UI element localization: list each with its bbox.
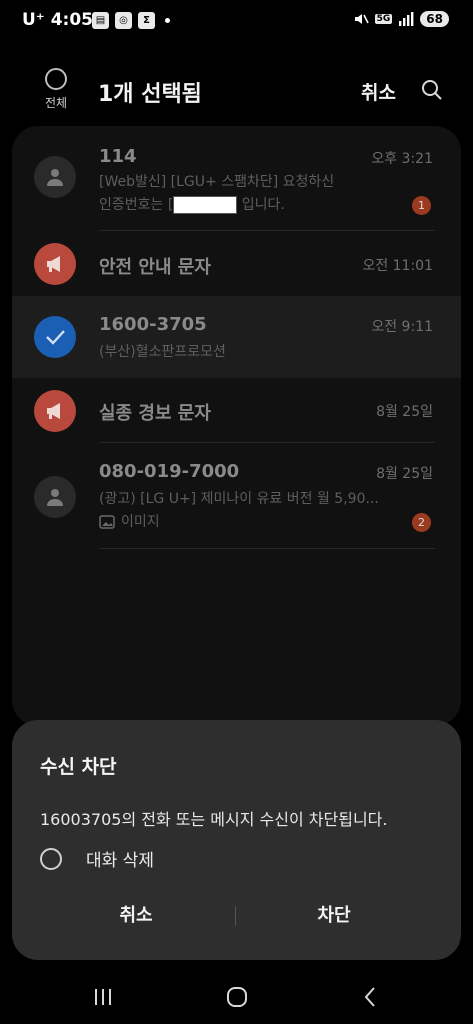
unread-badge: 2 xyxy=(412,513,431,532)
app-notification-icon: ▤ xyxy=(92,12,109,29)
attachment-label: 이미지 xyxy=(121,514,160,530)
page-title: 1개 선택됨 xyxy=(98,82,202,107)
cancel-selection-button[interactable]: 취소 xyxy=(361,78,396,105)
list-item[interactable]: 실종 경보 문자 8월 25일 xyxy=(12,379,461,441)
signal-icon xyxy=(399,12,414,26)
notification-icons: ▤ ◎ Σ xyxy=(92,12,170,29)
sigma-icon: Σ xyxy=(138,12,155,29)
more-notifications-icon xyxy=(165,18,170,23)
list-item-selected[interactable]: 1600-3705 오전 9:11 (부산)혈소판프로모션 xyxy=(12,296,461,378)
block-button[interactable]: 차단 xyxy=(234,896,434,936)
list-item[interactable]: 안전 안내 문자 오전 11:01 xyxy=(12,231,461,295)
mute-icon xyxy=(354,14,369,24)
image-icon xyxy=(99,515,115,529)
person-icon xyxy=(47,169,63,186)
unread-badge: 1 xyxy=(412,196,431,215)
sender-name: 080-019-7000 xyxy=(99,461,240,482)
redacted-block xyxy=(173,196,238,214)
divider xyxy=(99,548,435,549)
cancel-button[interactable]: 취소 xyxy=(36,896,236,936)
conversation-list: 114 오후 3:21 [Web발신] [LGU+ 스팸차단] 요청하신 인증번… xyxy=(12,126,461,726)
network-type-icon: 5G xyxy=(374,14,393,24)
select-all-label: 전체 xyxy=(44,96,68,110)
message-time: 8월 25일 xyxy=(376,466,433,482)
battery-indicator: 68 xyxy=(420,11,449,27)
megaphone-icon xyxy=(47,403,60,419)
navigation-bar xyxy=(0,970,473,1024)
recent-apps-button[interactable] xyxy=(88,984,118,1010)
selection-header: 전체 1개 선택됨 취소 xyxy=(0,60,473,124)
screenshot-icon: ◎ xyxy=(115,12,132,29)
sender-name: 1600-3705 xyxy=(99,314,207,335)
avatar xyxy=(34,390,76,432)
home-button[interactable] xyxy=(222,984,252,1010)
avatar xyxy=(34,316,76,358)
message-preview: [Web발신] [LGU+ 스팸차단] 요청하신 xyxy=(99,174,335,190)
preview-text: 인증번호는 [ xyxy=(99,197,174,213)
delete-conversation-checkbox[interactable] xyxy=(40,847,62,870)
megaphone-icon xyxy=(47,256,60,272)
select-all-toggle[interactable]: 전체 xyxy=(36,68,76,111)
dialog-title: 수신 차단 xyxy=(40,756,117,778)
back-icon xyxy=(364,987,375,1007)
preview-text: 입니다. xyxy=(241,197,285,213)
avatar xyxy=(34,476,76,518)
sender-name: 114 xyxy=(99,146,137,167)
search-icon[interactable] xyxy=(420,78,444,102)
avatar xyxy=(34,243,76,285)
system-icons: 5G 68 xyxy=(353,11,449,27)
message-preview: (부산)혈소판프로모션 xyxy=(99,344,226,360)
list-item[interactable]: 080-019-7000 8월 25일 (광고) [LG U+] 제미나이 유료… xyxy=(12,443,461,549)
message-preview-line2: 인증번호는 [ 입니다. xyxy=(99,193,285,217)
message-time: 오전 11:01 xyxy=(362,258,433,274)
message-time: 8월 25일 xyxy=(376,404,433,420)
message-time: 오후 3:21 xyxy=(371,151,433,167)
list-item[interactable]: 114 오후 3:21 [Web발신] [LGU+ 스팸차단] 요청하신 인증번… xyxy=(12,126,461,230)
attachment-preview: 이미지 xyxy=(99,510,160,534)
status-bar: U⁺ 4:05 ▤ ◎ Σ 5G 68 xyxy=(0,0,473,44)
sender-name: 실종 경보 문자 xyxy=(99,403,211,424)
sender-name: 안전 안내 문자 xyxy=(99,257,211,278)
back-button[interactable] xyxy=(355,984,385,1010)
select-all-checkbox[interactable] xyxy=(45,68,67,90)
person-icon xyxy=(47,489,63,506)
clock: U⁺ 4:05 xyxy=(22,10,93,30)
dialog-message: 16003705의 전화 또는 메시지 수신이 차단됩니다. xyxy=(40,810,388,829)
block-dialog: 수신 차단 16003705의 전화 또는 메시지 수신이 차단됩니다. 대화 … xyxy=(12,720,461,960)
message-time: 오전 9:11 xyxy=(371,319,433,335)
home-icon xyxy=(227,987,247,1007)
avatar xyxy=(34,156,76,198)
delete-conversation-label: 대화 삭제 xyxy=(86,851,154,871)
check-icon xyxy=(46,330,65,345)
recent-apps-icon xyxy=(95,989,111,1005)
message-preview: (광고) [LG U+] 제미나이 유료 버전 월 5,90... xyxy=(99,491,379,507)
delete-conversation-option[interactable]: 대화 삭제 xyxy=(40,846,154,871)
